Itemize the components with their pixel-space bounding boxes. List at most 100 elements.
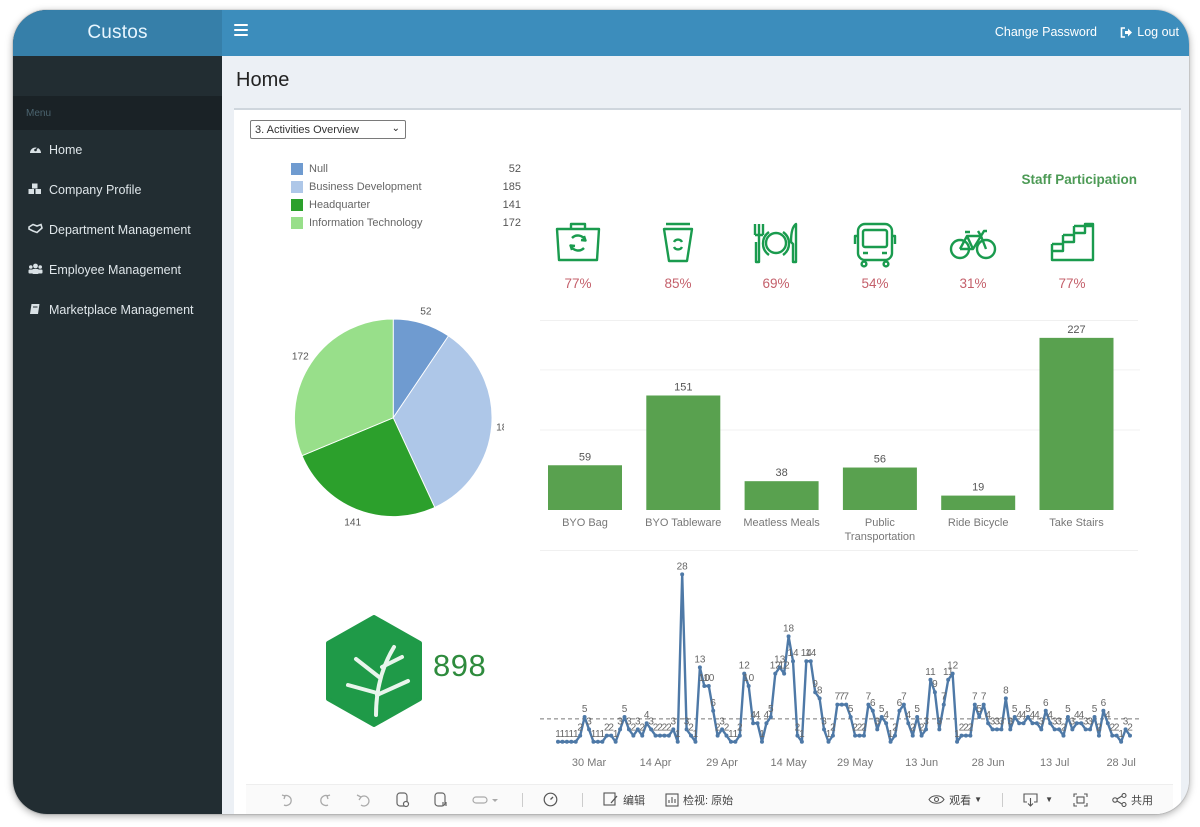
line-point[interactable]: [857, 733, 862, 738]
line-point[interactable]: [1088, 727, 1093, 732]
line-point[interactable]: [901, 702, 906, 707]
line-point[interactable]: [817, 696, 822, 701]
brand-logo[interactable]: Custos: [13, 10, 222, 56]
view-original-button[interactable]: 检视: 原始: [665, 792, 733, 808]
line-point[interactable]: [963, 733, 968, 738]
line-point[interactable]: [919, 733, 924, 738]
line-point[interactable]: [1074, 721, 1079, 726]
line-point[interactable]: [1119, 739, 1124, 744]
watch-button[interactable]: 观看 ▼: [928, 792, 982, 808]
line-point[interactable]: [728, 739, 733, 744]
line-point[interactable]: [604, 733, 609, 738]
line-point[interactable]: [600, 739, 605, 744]
line-point[interactable]: [755, 721, 760, 726]
line-point[interactable]: [618, 727, 623, 732]
sidebar-item-company-profile[interactable]: Company Profile: [13, 170, 222, 210]
line-point[interactable]: [1128, 733, 1132, 738]
line-point[interactable]: [666, 733, 671, 738]
line-point[interactable]: [892, 733, 897, 738]
line-point[interactable]: [764, 721, 769, 726]
revert-button[interactable]: [356, 793, 376, 807]
bar[interactable]: [646, 395, 721, 510]
line-point[interactable]: [662, 733, 667, 738]
line-point[interactable]: [875, 727, 880, 732]
sidebar-toggle-button[interactable]: [234, 24, 248, 36]
bar[interactable]: [744, 481, 819, 510]
line-point[interactable]: [950, 671, 955, 676]
bar[interactable]: [548, 465, 622, 510]
legend-item[interactable]: Information Technology 172: [291, 214, 521, 232]
bar[interactable]: [941, 495, 1016, 510]
line-point[interactable]: [999, 727, 1004, 732]
line-point[interactable]: [1021, 721, 1026, 726]
line-point[interactable]: [826, 739, 831, 744]
undo-button[interactable]: [280, 793, 298, 807]
line-point[interactable]: [1061, 733, 1066, 738]
line-point[interactable]: [910, 733, 915, 738]
line-point[interactable]: [737, 733, 742, 738]
line-point[interactable]: [702, 684, 707, 688]
line-point[interactable]: [1092, 715, 1097, 719]
line-point[interactable]: [791, 659, 796, 664]
sidebar-item-home[interactable]: Home: [13, 130, 222, 170]
line-point[interactable]: [560, 739, 565, 744]
line-point[interactable]: [915, 715, 920, 719]
line-point[interactable]: [733, 739, 738, 744]
line-point[interactable]: [1039, 727, 1044, 732]
line-point[interactable]: [782, 671, 787, 676]
pause-updates-button[interactable]: [434, 791, 452, 808]
legend-item[interactable]: Business Development 185: [291, 178, 521, 196]
line-point[interactable]: [693, 739, 698, 744]
line-point[interactable]: [711, 708, 716, 713]
legend-item[interactable]: Headquarter 141: [291, 196, 521, 214]
line-point[interactable]: [786, 634, 791, 639]
line-point[interactable]: [848, 715, 853, 719]
fullscreen-button[interactable]: [1073, 792, 1092, 807]
logout-link[interactable]: Log out: [1120, 25, 1179, 39]
line-point[interactable]: [1070, 727, 1075, 732]
line-point[interactable]: [1003, 696, 1008, 701]
line-point[interactable]: [556, 739, 560, 744]
line-point[interactable]: [990, 727, 995, 732]
bar[interactable]: [842, 467, 917, 510]
line-point[interactable]: [1030, 721, 1035, 726]
line-point[interactable]: [1008, 727, 1013, 732]
line-point[interactable]: [640, 733, 645, 738]
line-point[interactable]: [657, 733, 662, 738]
line-point[interactable]: [746, 684, 751, 688]
line-point[interactable]: [715, 733, 720, 738]
line-point[interactable]: [1096, 733, 1101, 738]
line-point[interactable]: [941, 702, 946, 707]
line-point[interactable]: [884, 721, 889, 726]
line-point[interactable]: [853, 733, 858, 738]
view-select[interactable]: 3. Activities Overview ⌄: [250, 120, 406, 139]
line-point[interactable]: [955, 739, 960, 744]
line-point[interactable]: [937, 727, 942, 732]
share-button[interactable]: 共用: [1112, 792, 1153, 808]
line-point[interactable]: [839, 702, 844, 707]
line-point[interactable]: [924, 727, 929, 732]
line-point[interactable]: [835, 702, 840, 707]
download-button[interactable]: ▼: [1023, 792, 1053, 807]
line-point[interactable]: [977, 715, 982, 719]
line-point[interactable]: [968, 733, 973, 738]
line-point[interactable]: [773, 671, 778, 676]
line-point[interactable]: [932, 690, 937, 695]
line-point[interactable]: [613, 739, 618, 744]
replay-animation-button[interactable]: [472, 794, 502, 806]
line-point[interactable]: [697, 665, 702, 670]
line-point[interactable]: [573, 739, 578, 744]
line-point[interactable]: [768, 715, 773, 719]
line-point[interactable]: [804, 659, 809, 664]
line-point[interactable]: [994, 727, 999, 732]
line-point[interactable]: [959, 733, 964, 738]
line-point[interactable]: [706, 684, 711, 688]
line-point[interactable]: [808, 659, 813, 664]
line-point[interactable]: [1052, 727, 1057, 732]
line-point[interactable]: [1110, 733, 1115, 738]
line-point[interactable]: [1083, 727, 1088, 732]
sidebar-item-marketplace-management[interactable]: Marketplace Management: [13, 290, 222, 330]
line-point[interactable]: [631, 733, 636, 738]
line-point[interactable]: [569, 739, 574, 744]
line-point[interactable]: [888, 739, 893, 744]
